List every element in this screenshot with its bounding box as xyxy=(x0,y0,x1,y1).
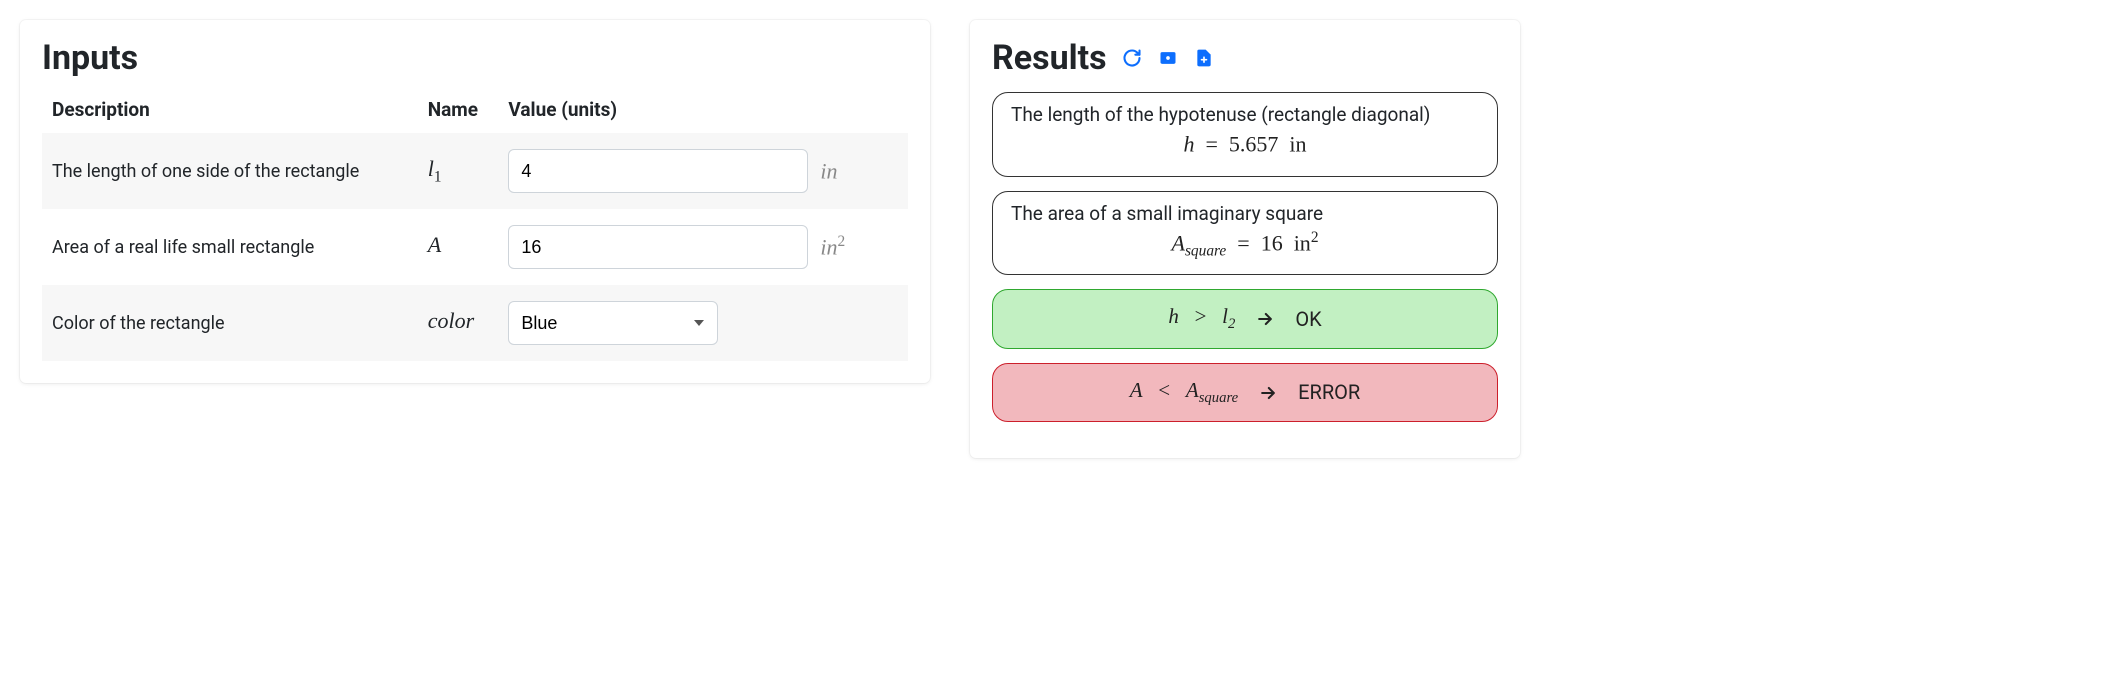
arrow-right-icon xyxy=(1258,380,1278,404)
area-a-input[interactable] xyxy=(508,225,808,269)
results-card: Results The length of the hypotenuse (re… xyxy=(970,20,1520,458)
results-title: Results xyxy=(992,38,1107,78)
unit-label: in xyxy=(820,157,837,184)
result-description: The area of a small imaginary square xyxy=(1011,202,1479,225)
check-status-label: OK xyxy=(1295,307,1321,331)
input-symbol: color xyxy=(418,285,499,361)
input-description: Color of the rectangle xyxy=(42,285,418,361)
input-symbol: A xyxy=(418,209,499,285)
col-name: Name xyxy=(418,90,499,133)
input-row: The length of one side of the rectangle … xyxy=(42,133,908,209)
refresh-icon[interactable] xyxy=(1121,47,1143,69)
add-file-icon[interactable] xyxy=(1193,47,1215,69)
length-l1-input[interactable] xyxy=(508,149,808,193)
col-description: Description xyxy=(42,90,418,133)
check-expression: A < Asquare xyxy=(1130,378,1238,407)
check-status-label: ERROR xyxy=(1298,380,1360,404)
inputs-card: Inputs Description Name Value (units) Th… xyxy=(20,20,930,383)
input-description: The length of one side of the rectangle xyxy=(42,133,418,209)
unit-label: in2 xyxy=(820,233,845,260)
inputs-title: Inputs xyxy=(42,38,138,78)
result-item: The area of a small imaginary square Asq… xyxy=(992,191,1498,276)
check-expression: h > l2 xyxy=(1168,304,1235,333)
inputs-table: Description Name Value (units) The lengt… xyxy=(42,90,908,361)
result-formula: h = 5.657 in xyxy=(1011,130,1479,162)
result-formula: Asquare = 16 in2 xyxy=(1011,229,1479,261)
result-description: The length of the hypotenuse (rectangle … xyxy=(1011,103,1479,126)
check-ok: h > l2 OK xyxy=(992,289,1498,348)
input-row: Color of the rectangle color xyxy=(42,285,908,361)
arrow-right-icon xyxy=(1255,307,1275,331)
input-row: Area of a real life small rectangle A in… xyxy=(42,209,908,285)
input-symbol: l1 xyxy=(418,133,499,209)
col-value: Value (units) xyxy=(498,90,908,133)
check-error: A < Asquare ERROR xyxy=(992,363,1498,422)
color-select[interactable] xyxy=(508,301,718,345)
preview-icon[interactable] xyxy=(1157,47,1179,69)
input-description: Area of a real life small rectangle xyxy=(42,209,418,285)
result-item: The length of the hypotenuse (rectangle … xyxy=(992,92,1498,177)
